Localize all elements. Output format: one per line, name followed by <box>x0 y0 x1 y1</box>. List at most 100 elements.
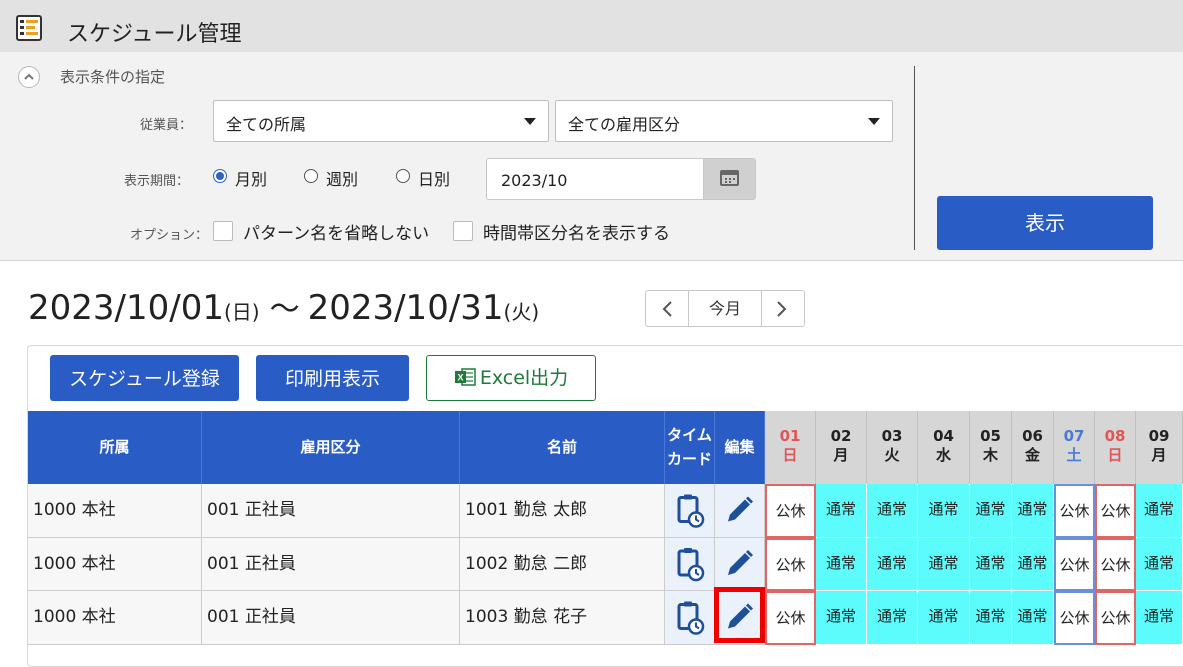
schedule-register-button[interactable]: スケジュール登録 <box>50 355 239 401</box>
radio-unchecked-icon <box>304 169 318 183</box>
cell-name: 1003 勤怠 花子 <box>460 591 665 645</box>
day-of-week: 木 <box>982 446 998 464</box>
shift-cell[interactable]: 通常 <box>918 538 970 591</box>
shift-cell[interactable]: 通常 <box>1012 484 1054 538</box>
shift-cell[interactable]: 公休 <box>765 538 816 591</box>
month-picker-value: 2023/10 <box>501 171 568 190</box>
show-button[interactable]: 表示 <box>937 196 1153 250</box>
shift-cell[interactable]: 通常 <box>918 591 970 645</box>
day-header-04: 04 水 <box>918 411 970 484</box>
column-header-department: 所属 <box>28 411 202 484</box>
timecard-clipboard-icon <box>677 601 705 635</box>
shift-cell[interactable]: 通常 <box>918 484 970 538</box>
range-start-dow: (日) <box>223 300 260 324</box>
day-of-week: 火 <box>884 446 900 464</box>
pencil-edit-icon <box>728 550 753 575</box>
day-number: 02 <box>830 427 852 445</box>
timecard-button[interactable] <box>665 484 715 538</box>
dropdown-caret-icon <box>868 118 880 125</box>
checkbox-icon <box>453 221 473 241</box>
cell-department: 1000 本社 <box>28 538 202 591</box>
employment-type-select[interactable]: 全ての雇用区分 <box>555 100 893 142</box>
department-select[interactable]: 全ての所属 <box>213 100 549 142</box>
date-range-heading: 2023/10/01(日) 〜 2023/10/31(火) <box>28 284 539 328</box>
page-title: スケジュール管理 <box>67 22 242 47</box>
shift-cell[interactable]: 通常 <box>970 484 1012 538</box>
shift-cell[interactable]: 通常 <box>970 591 1012 645</box>
radio-unchecked-icon <box>396 169 410 183</box>
month-picker[interactable]: 2023/10 <box>486 158 756 200</box>
day-number: 08 <box>1104 427 1126 445</box>
print-view-button[interactable]: 印刷用表示 <box>256 355 409 401</box>
edit-button[interactable] <box>715 538 765 591</box>
excel-export-button[interactable]: X Excel出力 <box>426 355 596 401</box>
timecard-clipboard-icon <box>677 494 705 528</box>
option-label: オプション： <box>130 228 209 243</box>
day-number: 03 <box>881 427 903 445</box>
day-number: 01 <box>779 427 801 445</box>
shift-cell[interactable]: 通常 <box>1012 591 1054 645</box>
day-header-01: 01 日 <box>765 411 816 484</box>
month-pager: 今月 <box>645 290 805 327</box>
shift-cell[interactable]: 通常 <box>816 538 867 591</box>
edit-button[interactable] <box>715 484 765 538</box>
shift-cell[interactable]: 公休 <box>1054 538 1095 591</box>
column-header-timecard: タイム カード <box>665 411 715 484</box>
shift-cell[interactable]: 通常 <box>970 538 1012 591</box>
next-month-button[interactable] <box>761 291 803 326</box>
collapse-toggle-button[interactable] <box>18 66 40 88</box>
day-header-06: 06 金 <box>1012 411 1054 484</box>
shift-cell[interactable]: 公休 <box>765 484 816 538</box>
day-of-week: 月 <box>1151 446 1167 464</box>
svg-text:X: X <box>457 373 463 383</box>
shift-cell[interactable]: 公休 <box>1054 591 1095 645</box>
day-header-03: 03 火 <box>867 411 918 484</box>
day-of-week: 金 <box>1024 446 1040 464</box>
day-number: 06 <box>1022 427 1043 445</box>
column-header-employment-type: 雇用区分 <box>202 411 460 484</box>
shift-cell[interactable]: 通常 <box>1136 484 1183 538</box>
day-header-08: 08 日 <box>1095 411 1136 484</box>
prev-month-button[interactable] <box>646 291 688 326</box>
day-header-02: 02 月 <box>816 411 867 484</box>
shift-cell[interactable]: 公休 <box>1095 591 1136 645</box>
shift-cell[interactable]: 公休 <box>1054 484 1095 538</box>
day-of-week: 日 <box>782 446 798 464</box>
timecard-button[interactable] <box>665 591 715 645</box>
department-select-value: 全ての所属 <box>226 115 307 134</box>
range-end-dow: (火) <box>503 300 540 324</box>
shift-cell[interactable]: 通常 <box>816 591 867 645</box>
cell-employment-type: 001 正社員 <box>202 591 460 645</box>
timecard-button[interactable] <box>665 538 715 591</box>
day-header-07: 07 土 <box>1054 411 1095 484</box>
cell-department: 1000 本社 <box>28 591 202 645</box>
chevron-right-icon <box>777 301 787 317</box>
shift-cell[interactable]: 公休 <box>765 591 816 645</box>
shift-cell[interactable]: 公休 <box>1095 538 1136 591</box>
chevron-up-icon <box>24 73 34 80</box>
day-number: 07 <box>1063 427 1085 445</box>
conditions-title: 表示条件の指定 <box>60 68 166 86</box>
day-of-week: 土 <box>1066 446 1082 464</box>
shift-cell[interactable]: 通常 <box>1136 538 1183 591</box>
shift-cell[interactable]: 通常 <box>867 591 918 645</box>
day-header-09: 09 月 <box>1136 411 1183 484</box>
cell-name: 1001 勤怠 太郎 <box>460 484 665 538</box>
radio-checked-icon <box>213 169 227 183</box>
shift-cell[interactable]: 通常 <box>816 484 867 538</box>
current-month-button[interactable]: 今月 <box>688 291 762 326</box>
day-of-week: 水 <box>935 446 951 464</box>
shift-cell[interactable]: 通常 <box>867 538 918 591</box>
calendar-icon <box>720 170 739 186</box>
range-start: 2023/10/01 <box>28 288 224 328</box>
cell-name: 1002 勤怠 二郎 <box>460 538 665 591</box>
shift-cell[interactable]: 通常 <box>1012 538 1054 591</box>
shift-cell[interactable]: 通常 <box>867 484 918 538</box>
shift-cell[interactable]: 公休 <box>1095 484 1136 538</box>
cell-department: 1000 本社 <box>28 484 202 538</box>
column-header-name: 名前 <box>460 411 665 484</box>
calendar-button[interactable] <box>703 159 755 199</box>
title-bar: スケジュール管理 <box>0 0 1183 52</box>
shift-cell[interactable]: 通常 <box>1136 591 1183 645</box>
dropdown-caret-icon <box>524 118 536 125</box>
